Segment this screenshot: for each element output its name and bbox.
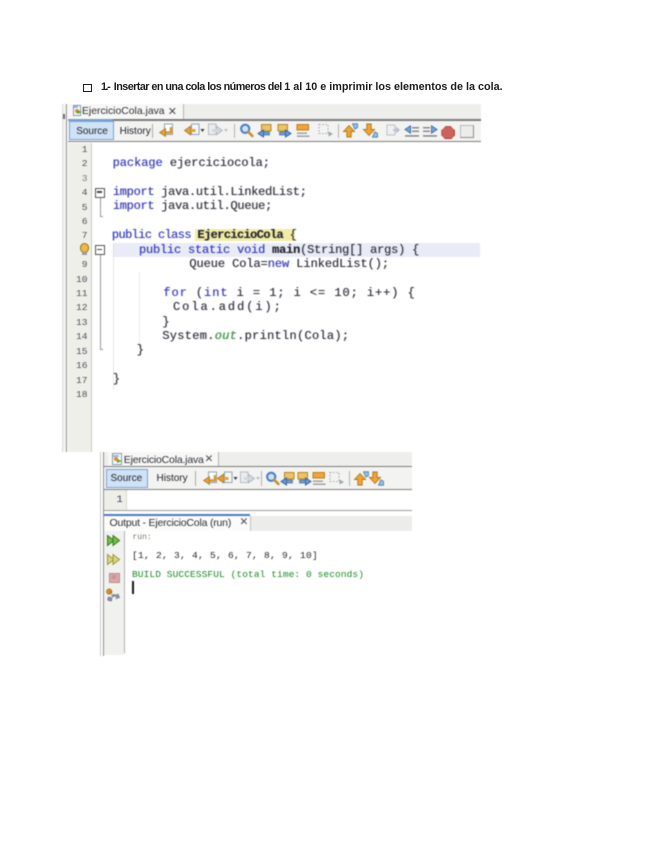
svg-text:%: % <box>108 589 112 594</box>
